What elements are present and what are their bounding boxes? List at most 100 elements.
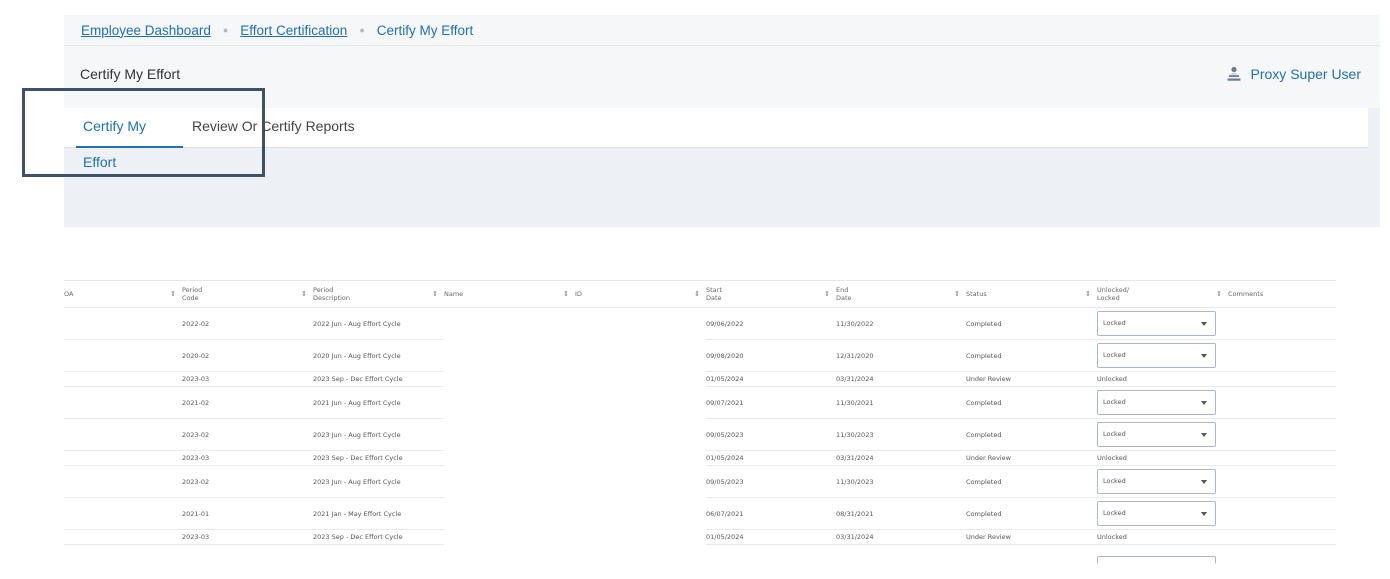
column-header-status[interactable]: Status ⇕ — [966, 280, 1097, 308]
column-header-line1: Unlocked/ — [1097, 286, 1130, 294]
sort-icon[interactable]: ⇕ — [954, 290, 960, 298]
column-header-period-code[interactable]: Period Code ⇕ — [182, 280, 313, 308]
column-header-line2: Date — [836, 294, 852, 302]
chevron-down-icon — [1201, 480, 1207, 484]
cell-end-date: 12/31/2020 — [836, 339, 966, 372]
column-header-end-date[interactable]: End Date ⇕ — [836, 280, 966, 308]
cell-end-date: 11/30/2023 — [836, 465, 966, 498]
cell-name — [444, 530, 575, 545]
table-row — [64, 545, 1336, 565]
cell-period-code: 2022-02 — [182, 307, 313, 340]
cell-status: Under Review — [966, 371, 1097, 387]
cell-name — [444, 451, 575, 466]
cell-lock-state: Locked — [1097, 465, 1228, 498]
cell-id — [575, 419, 706, 451]
cell-oa — [64, 545, 182, 565]
cell-period-description: 2021 Jun - Aug Effort Cycle — [313, 386, 444, 419]
cell-status: Completed — [966, 497, 1097, 530]
cell-comments — [1228, 450, 1336, 466]
column-header-label: Period Description — [313, 286, 403, 302]
cell-id — [575, 545, 706, 565]
focus-highlight — [22, 88, 265, 177]
cell-status: Completed — [966, 339, 1097, 372]
table-row: 2020-02 2020 Jun - Aug Effort Cycle 09/08/… — [64, 339, 1336, 372]
cell-comments — [1228, 386, 1336, 419]
sort-icon[interactable]: ⇕ — [824, 290, 830, 298]
lock-select-value: Locked — [1103, 430, 1126, 438]
sort-icon[interactable]: ⇕ — [432, 290, 438, 298]
lock-select-value: Locked — [1103, 319, 1126, 327]
cell-start-date: 01/05/2024 — [706, 371, 836, 387]
cell-period-description: 2023 Sep - Dec Effort Cycle — [313, 529, 444, 545]
cell-status — [966, 545, 1097, 565]
lock-select-value: Locked — [1103, 351, 1126, 359]
cell-period-code: 2023-02 — [182, 465, 313, 498]
column-header-period-description[interactable]: Period Description ⇕ — [313, 280, 444, 308]
cell-end-date: 03/31/2024 — [836, 450, 966, 466]
table-row: 2023-03 2023 Sep - Dec Effort Cycle 01/05/… — [64, 371, 1336, 387]
lock-select[interactable]: Locked — [1097, 501, 1216, 526]
cell-end-date: 11/30/2023 — [836, 418, 966, 451]
column-header-oa[interactable]: OA ⇕ — [64, 280, 182, 308]
lock-select[interactable]: Locked — [1097, 422, 1216, 447]
sort-icon[interactable]: ⇕ — [694, 290, 700, 298]
lock-select[interactable]: Locked — [1097, 390, 1216, 415]
column-header-line2: Description — [313, 294, 351, 302]
cell-lock-state: Locked — [1097, 307, 1228, 340]
cell-name — [444, 340, 575, 372]
cell-name — [444, 372, 575, 387]
cell-oa — [64, 529, 182, 545]
cell-period-code: 2021-02 — [182, 386, 313, 419]
sort-icon[interactable]: ⇕ — [1216, 290, 1222, 298]
sort-icon[interactable]: ⇕ — [563, 290, 569, 298]
cell-period-code — [182, 545, 313, 565]
column-header-lock-state[interactable]: Unlocked/Locked ⇕ — [1097, 280, 1228, 308]
cell-lock-state — [1097, 545, 1228, 565]
cell-start-date: 09/07/2021 — [706, 386, 836, 419]
cell-lock-state: Unlocked — [1097, 450, 1228, 466]
cell-status: Completed — [966, 465, 1097, 498]
column-header-label: OA — [64, 290, 154, 298]
column-header-line2: Locked — [1097, 294, 1120, 302]
column-header-id[interactable]: ID ⇕ — [575, 280, 706, 308]
cell-status: Completed — [966, 386, 1097, 419]
proxy-user-label: Proxy Super User — [1250, 66, 1361, 82]
cell-period-description: 2023 Sep - Dec Effort Cycle — [313, 371, 444, 387]
column-header-name[interactable]: Name ⇕ — [444, 280, 575, 308]
breadcrumb-effort-certification[interactable]: Effort Certification — [240, 23, 347, 38]
lock-select[interactable]: Locked — [1097, 311, 1216, 336]
cell-comments — [1228, 465, 1336, 498]
cell-end-date: 08/31/2021 — [836, 497, 966, 530]
cell-lock-state: Locked — [1097, 418, 1228, 451]
lock-select[interactable]: Locked — [1097, 343, 1216, 368]
column-header-start-date[interactable]: Start Date ⇕ — [706, 280, 836, 308]
lock-select[interactable] — [1097, 555, 1216, 564]
cell-start-date: 09/05/2023 — [706, 418, 836, 451]
cell-comments — [1228, 497, 1336, 530]
breadcrumb-separator: ● — [222, 25, 229, 35]
table-row: 2022-02 2022 Jun - Aug Effort Cycle 09/06/… — [64, 307, 1336, 340]
sort-icon[interactable]: ⇕ — [301, 290, 307, 298]
cell-period-description: 2021 Jan - May Effort Cycle — [313, 497, 444, 530]
column-header-label: Start Date — [706, 286, 796, 302]
table-row: 2023-02 2023 Jun - Aug Effort Cycle 09/05/… — [64, 418, 1336, 451]
cell-id — [575, 308, 706, 340]
table-row: 2023-02 2023 Jun - Aug Effort Cycle 09/05/… — [64, 465, 1336, 498]
cell-period-code: 2021-01 — [182, 497, 313, 530]
table-row: 2023-03 2023 Sep - Dec Effort Cycle 01/05/… — [64, 529, 1336, 545]
cell-oa — [64, 450, 182, 466]
breadcrumb-employee-dashboard[interactable]: Employee Dashboard — [81, 23, 211, 38]
cell-comments — [1228, 339, 1336, 372]
cell-period-description: 2023 Sep - Dec Effort Cycle — [313, 450, 444, 466]
cell-status: Under Review — [966, 450, 1097, 466]
cell-period-description — [313, 545, 444, 565]
sort-icon[interactable]: ⇕ — [170, 290, 176, 298]
cell-oa — [64, 418, 182, 451]
cell-period-code: 2023-03 — [182, 529, 313, 545]
cell-period-code: 2020-02 — [182, 339, 313, 372]
cell-period-description: 2023 Jun - Aug Effort Cycle — [313, 465, 444, 498]
chevron-down-icon — [1201, 354, 1207, 358]
sort-icon[interactable]: ⇕ — [1085, 290, 1091, 298]
lock-select[interactable]: Locked — [1097, 469, 1216, 494]
proxy-user-link[interactable]: Proxy Super User — [1227, 66, 1361, 82]
